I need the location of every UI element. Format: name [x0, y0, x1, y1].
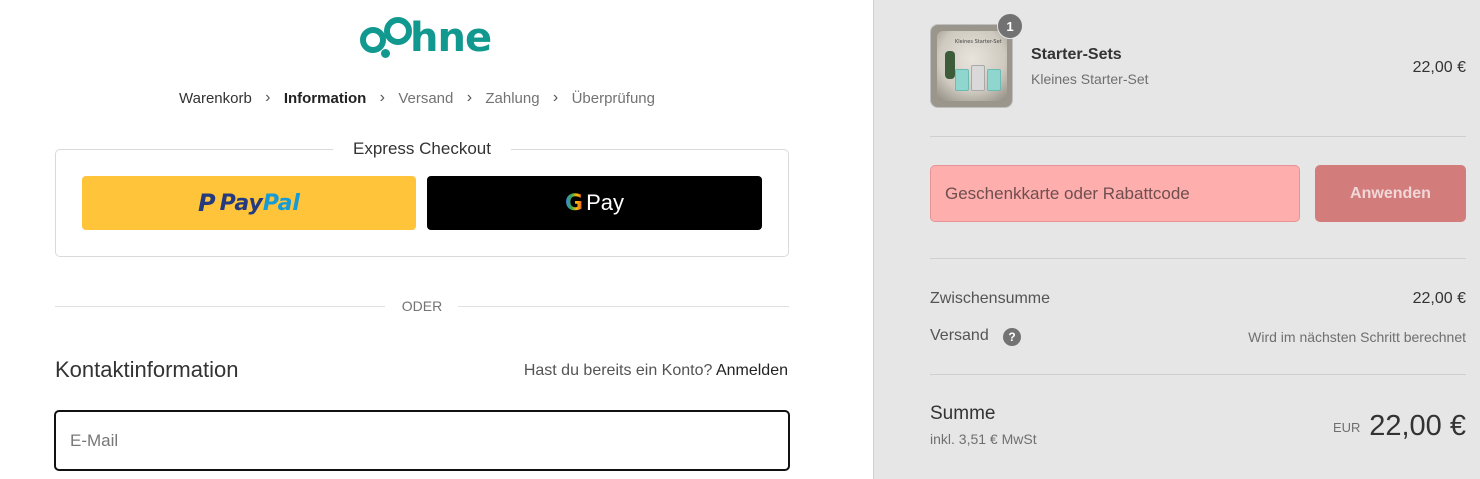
- login-hint: Hast du bereits ein Konto? Anmelden: [524, 361, 788, 381]
- chevron-right-icon: ›: [265, 89, 271, 106]
- bottle-shape: [987, 69, 1001, 91]
- plant-shape: [945, 51, 955, 79]
- paypal-label-pal: Pal: [262, 190, 300, 216]
- product-image-caption: Kleines Starter-Set: [955, 39, 1002, 45]
- dispenser-shape: [971, 65, 985, 91]
- brand-logo[interactable]: hne: [358, 8, 492, 64]
- paypal-icon: P: [198, 189, 216, 217]
- product-name: Starter-Sets: [1031, 46, 1122, 63]
- summary-divider: [930, 258, 1466, 259]
- breadcrumb-shipping: Versand: [398, 89, 454, 107]
- product-photo: Kleines Starter-Set: [937, 31, 1007, 101]
- paypal-button[interactable]: P Pay Pal: [82, 176, 416, 230]
- express-checkout-title: Express Checkout: [333, 138, 511, 160]
- currency-code: EUR: [1333, 420, 1361, 435]
- breadcrumb: Warenkorb › Information › Versand › Zahl…: [179, 88, 655, 108]
- subtotal-value: 22,00 €: [1412, 290, 1466, 307]
- product-price: 22,00 €: [1412, 59, 1466, 76]
- bottle-shape: [955, 69, 969, 91]
- chevron-right-icon: ›: [552, 89, 559, 106]
- breadcrumb-cart[interactable]: Warenkorb: [179, 90, 252, 107]
- discount-code-input[interactable]: [930, 165, 1300, 222]
- shipping-note: Wird im nächsten Schritt berechnet: [1248, 329, 1466, 345]
- product-image: Kleines Starter-Set: [930, 24, 1013, 108]
- breadcrumb-payment: Zahlung: [485, 89, 540, 107]
- summary-divider: [930, 374, 1466, 375]
- divider-line-left: [55, 306, 385, 307]
- shipping-label: Versand: [930, 327, 989, 344]
- subtotal-label: Zwischensumme: [930, 290, 1051, 307]
- quantity-badge: 1: [997, 13, 1023, 39]
- login-link[interactable]: Anmelden: [716, 362, 788, 379]
- summary-divider: [930, 136, 1466, 137]
- logo-text: hne: [410, 15, 492, 61]
- google-pay-button[interactable]: G Pay: [427, 176, 762, 230]
- checkout-main: hne Warenkorb › Information › Versand › …: [0, 0, 873, 479]
- divider-label: ODER: [401, 298, 443, 314]
- email-field[interactable]: [54, 410, 790, 471]
- google-pay-label: Pay: [586, 190, 624, 215]
- tax-note: inkl. 3,51 € MwSt: [930, 431, 1037, 447]
- contact-title: Kontaktinformation: [55, 357, 239, 382]
- breadcrumb-review: Überprüfung: [571, 89, 655, 107]
- logo-ring-large: [384, 17, 412, 45]
- divider-line-right: [458, 306, 789, 307]
- total-value: 22,00 €: [1369, 410, 1466, 442]
- google-g-icon: G: [565, 190, 584, 216]
- chevron-right-icon: ›: [466, 89, 473, 106]
- login-prompt: Hast du bereits ein Konto?: [523, 362, 713, 379]
- apply-discount-button[interactable]: Anwenden: [1315, 165, 1466, 222]
- total-label: Summe: [930, 403, 996, 424]
- chevron-right-icon: ›: [379, 89, 385, 106]
- paypal-label-pay: Pay: [219, 190, 263, 216]
- product-variant: Kleines Starter-Set: [1031, 71, 1149, 87]
- breadcrumb-information: Information: [283, 89, 367, 107]
- logo-dot: [381, 49, 390, 58]
- help-icon[interactable]: ?: [1003, 328, 1021, 346]
